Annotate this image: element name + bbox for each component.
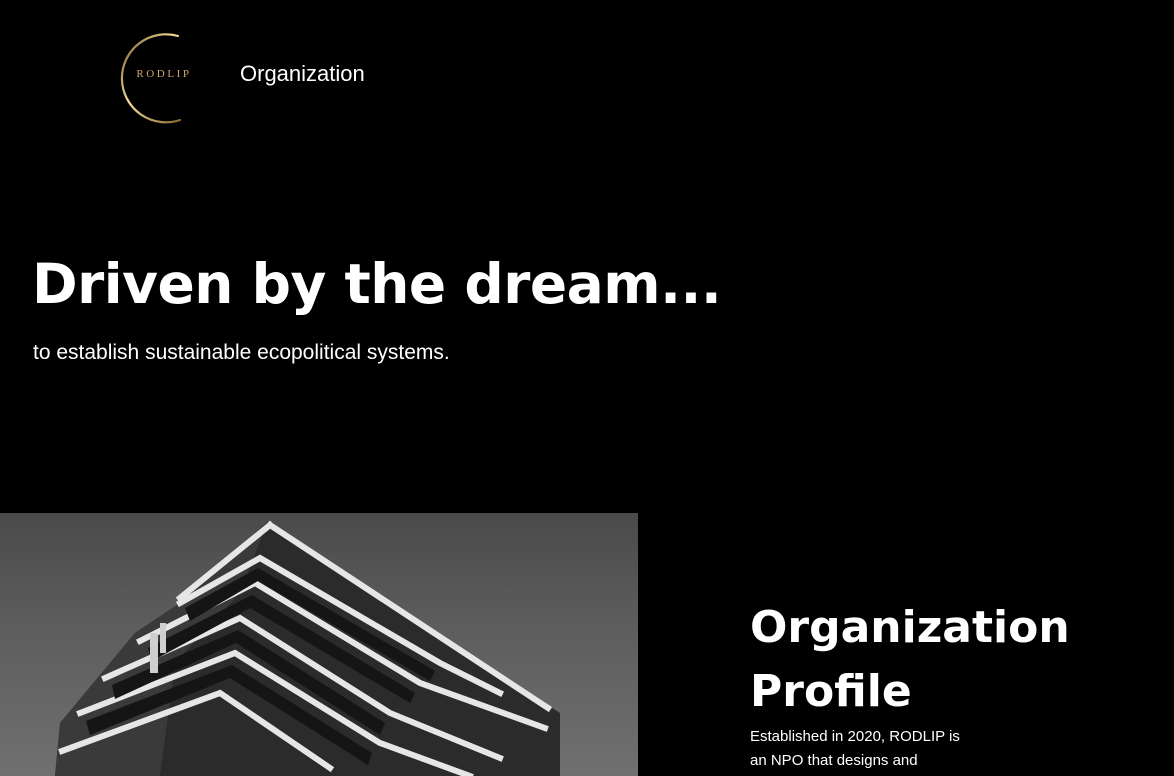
building-image xyxy=(55,520,560,776)
building-photo xyxy=(0,513,638,776)
logo-wordmark: RODLIP xyxy=(136,68,192,80)
profile-description: Established in 2020, RODLIP is an NPO th… xyxy=(750,725,980,773)
profile-text-line1: Established in 2020, RODLIP is xyxy=(750,728,960,745)
profile-title: Organization Profile xyxy=(750,596,1070,724)
rodlip-logo[interactable]: RODLIP xyxy=(108,30,204,126)
profile-title-line1: Organization xyxy=(750,602,1070,653)
nav-link-organization[interactable]: Organization xyxy=(240,61,365,87)
hero-subtitle: to establish sustainable ecopolitical sy… xyxy=(33,341,450,364)
site-header: RODLIP Organization xyxy=(0,0,1174,150)
logo-ring-icon xyxy=(120,33,182,124)
hero-title: Driven by the dream... xyxy=(32,252,722,316)
profile-text-line2: an NPO that designs and xyxy=(750,752,918,769)
profile-title-line2: Profile xyxy=(750,666,912,717)
